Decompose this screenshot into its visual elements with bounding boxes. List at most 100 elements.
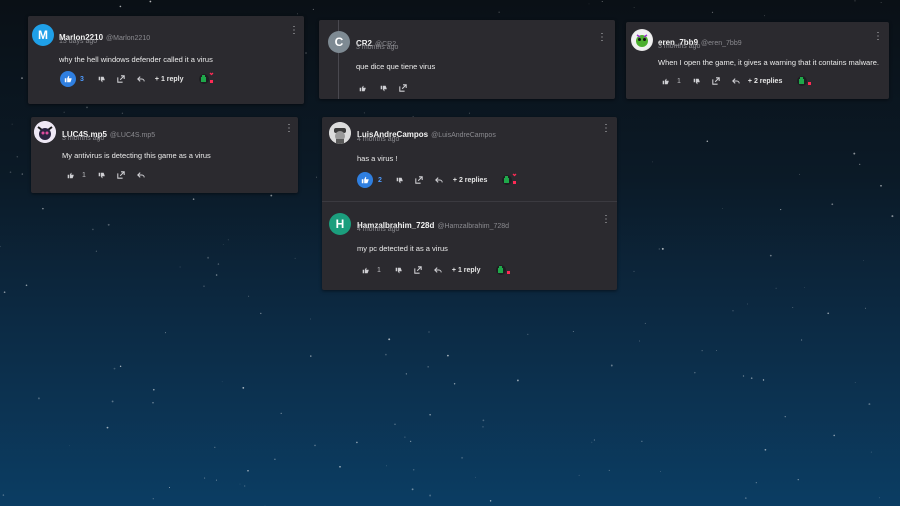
star xyxy=(762,379,765,381)
timestamp: 3 months ago xyxy=(62,135,105,142)
like-button[interactable] xyxy=(357,172,373,188)
comment-text: My antivirus is detecting this game as a… xyxy=(62,151,211,160)
star xyxy=(429,414,431,416)
avatar[interactable] xyxy=(631,29,653,51)
star xyxy=(274,458,276,461)
reply-button[interactable] xyxy=(136,75,145,83)
share-button[interactable] xyxy=(399,84,407,92)
avatar[interactable] xyxy=(34,121,56,143)
avatar[interactable] xyxy=(329,122,351,144)
star xyxy=(591,441,593,443)
more-options-icon[interactable]: ⋮ xyxy=(289,26,299,36)
avatar-image xyxy=(329,122,351,144)
like-button[interactable] xyxy=(359,85,366,92)
user-handle: @Marlon2210 xyxy=(106,35,151,42)
star xyxy=(427,366,429,368)
star xyxy=(769,254,772,257)
view-replies-link[interactable]: + 1 reply xyxy=(452,267,481,274)
star xyxy=(192,198,195,200)
comment-text: why the hell windows defender called it … xyxy=(59,55,213,64)
star xyxy=(706,140,709,142)
avatar[interactable]: M xyxy=(32,24,54,46)
bug-report-icon[interactable] xyxy=(501,173,517,187)
dislike-button[interactable] xyxy=(396,177,403,184)
like-button[interactable] xyxy=(67,172,74,179)
dislike-button[interactable] xyxy=(380,85,387,92)
star xyxy=(394,423,396,425)
view-replies-link[interactable]: + 1 reply xyxy=(155,76,184,83)
more-options-icon[interactable]: ⋮ xyxy=(284,124,294,134)
star xyxy=(386,465,387,467)
view-replies-link[interactable]: + 2 replies xyxy=(748,78,782,85)
star xyxy=(412,468,415,471)
dislike-button[interactable] xyxy=(693,78,700,85)
star xyxy=(661,247,664,250)
star xyxy=(92,228,94,231)
more-options-icon[interactable]: ⋮ xyxy=(601,124,611,134)
like-button[interactable] xyxy=(662,78,669,85)
star xyxy=(863,259,864,261)
star xyxy=(385,353,387,356)
star xyxy=(859,163,861,166)
star xyxy=(870,451,872,453)
star xyxy=(853,152,856,155)
star xyxy=(95,250,97,252)
comment-divider xyxy=(322,201,617,202)
star xyxy=(775,287,777,289)
star xyxy=(572,330,574,332)
share-icon xyxy=(399,84,407,92)
star xyxy=(25,284,28,287)
share-button[interactable] xyxy=(414,266,422,274)
star xyxy=(310,355,312,357)
star xyxy=(764,15,766,17)
star xyxy=(363,112,365,114)
star xyxy=(152,402,154,404)
thumbs-up-icon xyxy=(67,172,74,178)
star xyxy=(482,426,484,428)
share-button[interactable] xyxy=(117,171,125,179)
bug-report-icon[interactable] xyxy=(495,263,511,277)
reply-button[interactable] xyxy=(434,176,443,184)
share-button[interactable] xyxy=(415,176,423,184)
reply-button[interactable] xyxy=(731,77,740,85)
star xyxy=(21,173,24,175)
dislike-button[interactable] xyxy=(98,172,105,179)
dislike-button[interactable] xyxy=(98,76,105,83)
like-button[interactable] xyxy=(362,267,369,274)
dislike-button[interactable] xyxy=(395,267,402,274)
star xyxy=(601,1,603,2)
bug-report-icon[interactable] xyxy=(198,72,214,86)
like-button[interactable] xyxy=(60,71,76,87)
avatar[interactable]: H xyxy=(329,213,351,235)
star xyxy=(63,111,65,113)
user-handle: @eren_7bb9 xyxy=(701,40,742,47)
star xyxy=(652,161,653,163)
timestamp: 13 days ago xyxy=(59,38,98,45)
star xyxy=(750,377,753,379)
share-icon xyxy=(414,266,422,274)
star xyxy=(111,400,114,403)
bug-report-icon[interactable] xyxy=(796,74,812,88)
avatar[interactable]: C xyxy=(328,31,350,53)
reply-icon xyxy=(136,172,145,178)
more-options-icon[interactable]: ⋮ xyxy=(597,33,607,43)
star xyxy=(305,52,307,54)
more-options-icon[interactable]: ⋮ xyxy=(873,32,883,42)
comment-card: LuisAndreCampos @LuisAndreCampos 4 months… xyxy=(322,117,617,290)
star xyxy=(11,123,13,125)
reply-button[interactable] xyxy=(433,266,442,274)
thumbs-up-icon xyxy=(361,176,369,184)
share-button[interactable] xyxy=(117,75,125,83)
comment-card: C CR2 @CR2 3 months ago ⋮ que dice que ti… xyxy=(319,20,615,99)
view-replies-link[interactable]: + 2 replies xyxy=(453,177,487,184)
more-options-icon[interactable]: ⋮ xyxy=(601,215,611,225)
reply-button[interactable] xyxy=(136,171,145,179)
star xyxy=(21,77,23,79)
share-button[interactable] xyxy=(712,77,720,85)
avatar-image xyxy=(632,30,652,50)
star xyxy=(316,176,317,178)
star xyxy=(270,194,273,197)
star xyxy=(215,274,218,276)
star xyxy=(747,303,749,305)
timestamp: 3 months ago xyxy=(658,43,701,50)
